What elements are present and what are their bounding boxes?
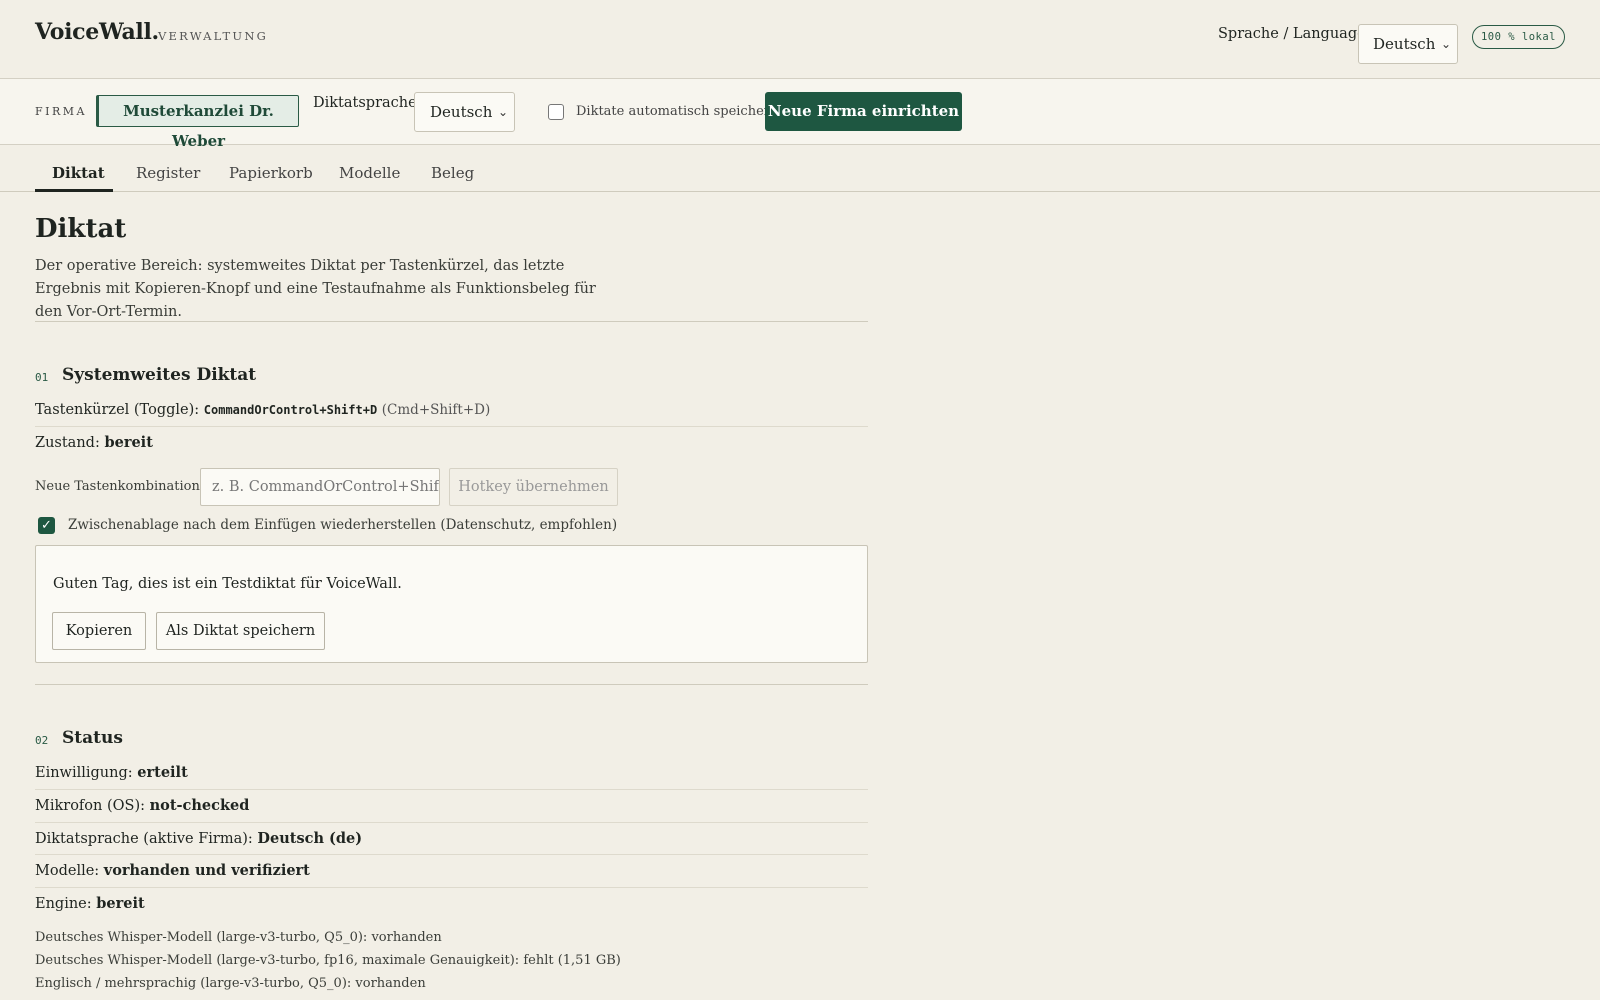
status-label: Mikrofon (OS): xyxy=(35,798,145,814)
section-number: 01 xyxy=(35,371,49,384)
new-hotkey-input[interactable]: z. B. CommandOrControl+Shift+D xyxy=(200,468,440,506)
status-label: Modelle: xyxy=(35,863,100,879)
tab-modelle[interactable]: Modelle xyxy=(339,164,400,182)
firm-selector[interactable]: Musterkanzlei Dr. Weber xyxy=(96,95,299,150)
hotkey-value: CommandOrControl+Shift+D xyxy=(203,403,378,417)
language-select-value: Deutsch xyxy=(1373,35,1436,53)
model-status-line: Deutsches Whisper-Modell (large-v3-turbo… xyxy=(35,930,442,945)
status-value: vorhanden und verifiziert xyxy=(103,862,310,879)
firm-bar: FIRMA Musterkanzlei Dr. Weber Diktatspra… xyxy=(0,79,1600,150)
language-select[interactable]: Deutsch ⌄ xyxy=(1358,24,1458,64)
new-firm-button[interactable]: Neue Firma einrichten xyxy=(765,92,962,131)
restore-clipboard-checkbox[interactable]: ✓ xyxy=(38,517,55,534)
section-title: Systemweites Diktat xyxy=(62,365,257,385)
dictation-language-label: Diktatsprache xyxy=(313,95,417,111)
hotkey-hint: (Cmd+Shift+D) xyxy=(381,402,491,418)
divider xyxy=(35,321,868,322)
local-badge: 100 % lokal xyxy=(1472,25,1565,49)
autosave-label: Diktate automatisch speichern xyxy=(576,104,779,119)
status-value: Deutsch (de) xyxy=(257,830,363,847)
status-row: Einwilligung: erteilt xyxy=(35,764,868,781)
apply-hotkey-button[interactable]: Hotkey übernehmen xyxy=(449,468,618,506)
model-status-line: Englisch / mehrsprachig (large-v3-turbo,… xyxy=(35,976,426,991)
status-label: Diktatsprache (aktive Firma): xyxy=(35,831,253,847)
language-label: Sprache / Language xyxy=(1218,26,1366,42)
hotkey-label: Tastenkürzel (Toggle): xyxy=(35,402,200,418)
active-tab-indicator xyxy=(35,189,113,192)
copy-button[interactable]: Kopieren xyxy=(52,612,146,650)
state-label: Zustand: xyxy=(35,435,100,451)
new-hotkey-label: Neue Tastenkombination: xyxy=(35,479,205,494)
result-card: Guten Tag, dies ist ein Testdiktat für V… xyxy=(35,545,868,663)
tab-diktat[interactable]: Diktat xyxy=(52,164,105,182)
status-value: erteilt xyxy=(137,764,188,781)
row-divider xyxy=(35,822,868,823)
chevron-down-icon: ⌄ xyxy=(497,105,508,119)
chevron-down-icon: ⌄ xyxy=(1440,37,1451,51)
model-status-line: Deutsches Whisper-Modell (large-v3-turbo… xyxy=(35,953,621,968)
autosave-checkbox[interactable] xyxy=(548,104,564,120)
brand-subtitle: VERWALTUNG xyxy=(158,29,268,43)
status-row: Mikrofon (OS): not-checked xyxy=(35,797,868,814)
row-divider xyxy=(35,426,868,427)
row-divider xyxy=(35,887,868,888)
tab-register[interactable]: Register xyxy=(136,164,200,182)
status-label: Engine: xyxy=(35,896,92,912)
page-title: Diktat xyxy=(35,214,127,244)
section-number: 02 xyxy=(35,734,49,747)
section-title: Status xyxy=(62,728,123,748)
page-description: Der operative Bereich: systemweites Dikt… xyxy=(35,258,596,320)
tab-beleg[interactable]: Beleg xyxy=(431,164,474,182)
status-row: Modelle: vorhanden und verifiziert xyxy=(35,862,868,879)
state-value: bereit xyxy=(104,434,153,451)
brand-logo: VoiceWall. xyxy=(35,19,159,45)
dictation-language-value: Deutsch xyxy=(430,103,493,121)
status-value: bereit xyxy=(96,895,145,912)
firm-label: FIRMA xyxy=(35,105,87,118)
tab-papierkorb[interactable]: Papierkorb xyxy=(229,164,313,182)
result-text: Guten Tag, dies ist ein Testdiktat für V… xyxy=(53,576,402,592)
save-dictation-button[interactable]: Als Diktat speichern xyxy=(156,612,325,650)
restore-clipboard-label: Zwischenablage nach dem Einfügen wiederh… xyxy=(68,517,618,533)
status-label: Einwilligung: xyxy=(35,765,133,781)
row-divider xyxy=(35,854,868,855)
top-bar: VoiceWall. VERWALTUNG Sprache / Language… xyxy=(0,0,1600,79)
dictation-language-select[interactable]: Deutsch ⌄ xyxy=(414,92,515,132)
hotkey-row: Tastenkürzel (Toggle): CommandOrControl+… xyxy=(35,402,868,418)
status-row: Diktatsprache (aktive Firma): Deutsch (d… xyxy=(35,830,868,847)
state-row: Zustand: bereit xyxy=(35,434,868,451)
row-divider xyxy=(35,789,868,790)
status-value: not-checked xyxy=(149,797,250,814)
divider xyxy=(35,684,868,685)
status-row: Engine: bereit xyxy=(35,895,868,912)
check-icon: ✓ xyxy=(41,518,52,533)
tab-bar: Diktat Register Papierkorb Modelle Beleg xyxy=(0,145,1600,192)
